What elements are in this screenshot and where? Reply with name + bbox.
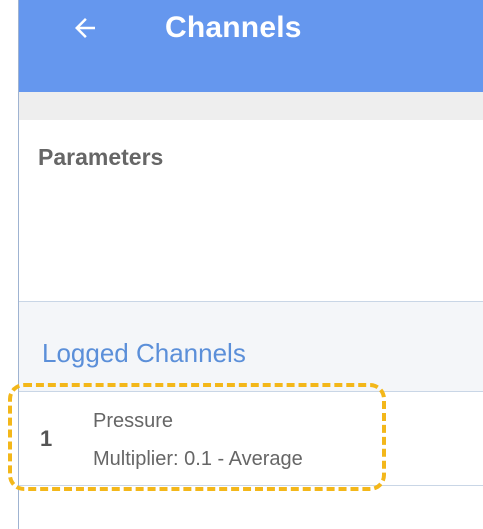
channel-name: Pressure [93, 410, 174, 432]
channel-detail: Multiplier: 0.1 - Average [93, 448, 303, 470]
channel-list-item[interactable]: 1 Pressure Multiplier: 0.1 - Average [19, 392, 483, 486]
logged-channels-heading: Logged Channels [42, 338, 246, 368]
logged-channels-header: Logged Channels [19, 302, 483, 392]
back-button[interactable] [65, 8, 105, 48]
parameters-heading: Parameters [38, 144, 164, 170]
section-divider-strip [19, 92, 483, 120]
channel-number: 1 [40, 426, 53, 451]
parameters-section: Parameters [19, 120, 483, 302]
app-bar: Channels [19, 0, 483, 92]
arrow-left-icon [70, 13, 100, 43]
page-title: Channels [165, 11, 302, 44]
channels-screen: Channels Parameters Logged Channels 1 Pr… [18, 0, 483, 529]
